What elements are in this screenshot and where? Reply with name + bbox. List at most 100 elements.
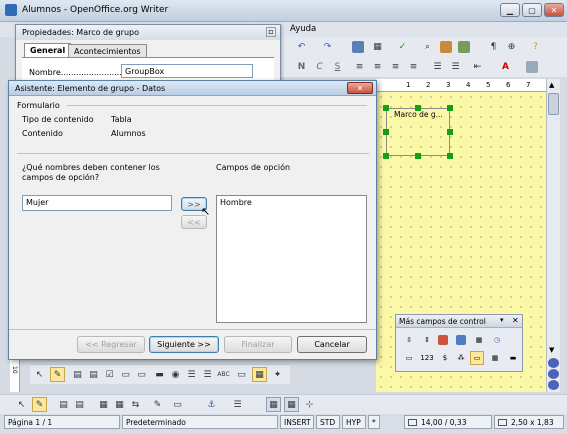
group-box-control[interactable]: Marco de g... [386, 108, 450, 156]
next-page-icon[interactable] [548, 380, 559, 390]
help-icon[interactable]: ? [528, 39, 543, 54]
scrollbar-control-icon[interactable]: ⇕ [420, 333, 434, 347]
status-selection-mode[interactable]: STD [316, 415, 340, 429]
control-properties-icon[interactable]: ▤ [70, 367, 85, 382]
design-mode-icon[interactable]: ✎ [32, 397, 47, 412]
close-button[interactable]: ✕ [544, 3, 564, 17]
spin-button-icon[interactable]: ⇳ [402, 333, 416, 347]
tab-order-icon[interactable]: ⇆ [128, 397, 143, 412]
hyperlink-icon[interactable] [350, 39, 365, 54]
formatted-field-icon[interactable]: ▭ [134, 367, 149, 382]
scroll-down-arrow-icon[interactable]: ▼ [549, 346, 554, 354]
highlight-icon[interactable] [524, 59, 539, 74]
group-box-wizard-icon[interactable]: ▭ [470, 351, 484, 365]
status-page-style[interactable]: Predeterminado [122, 415, 278, 429]
list-box-icon[interactable]: ☰ [184, 367, 199, 382]
wizard-close-button[interactable]: ✕ [347, 82, 373, 94]
selection-handle[interactable] [383, 105, 389, 111]
undo-icon[interactable]: ↶ [294, 39, 309, 54]
cancel-button[interactable]: Cancelar [297, 336, 367, 353]
gallery-icon[interactable] [456, 39, 471, 54]
prev-page-icon[interactable] [548, 358, 559, 368]
bold-icon[interactable]: N [294, 59, 309, 74]
wrap-icon[interactable]: ▭ [170, 397, 185, 412]
bullets-icon[interactable]: ☰ [448, 59, 463, 74]
numbering-icon[interactable]: ☰ [430, 59, 445, 74]
option-name-input[interactable]: Mujer [22, 195, 172, 211]
navigation-bar-icon[interactable]: ▬ [506, 351, 520, 365]
navigator-icon[interactable] [438, 39, 453, 54]
text-box-icon[interactable]: ▭ [118, 367, 133, 382]
menu-ayuda[interactable]: Ayuda [290, 24, 316, 34]
selection-handle[interactable] [447, 129, 453, 135]
zoom-icon[interactable]: ⊕ [504, 39, 519, 54]
combo-box-icon[interactable]: ☰ [200, 367, 215, 382]
anchor-icon[interactable]: ⚓ [204, 397, 219, 412]
options-list[interactable]: Hombre [216, 195, 367, 323]
form-properties-icon[interactable]: ▤ [86, 367, 101, 382]
select-icon[interactable]: ↖ [32, 367, 47, 382]
maximize-button[interactable]: ▢ [522, 3, 542, 17]
label-field-icon[interactable]: ABC [216, 367, 231, 382]
toolbar-menu-icon[interactable]: ▾ [500, 316, 504, 324]
indent-icon[interactable]: ⇤ [470, 59, 485, 74]
align-center-icon[interactable]: ≡ [370, 59, 385, 74]
more-controls-icon[interactable]: ▭ [234, 367, 249, 382]
nonprinting-chars-icon[interactable]: ¶ [486, 39, 501, 54]
find-icon[interactable]: ⌕ [420, 39, 435, 54]
currency-field-icon[interactable]: $ [438, 351, 452, 365]
scroll-thumb[interactable] [548, 93, 559, 115]
alignment-icon[interactable]: ☰ [230, 397, 245, 412]
edit-points-icon[interactable]: ✎ [150, 397, 165, 412]
toolbar-close-icon[interactable]: ✕ [512, 316, 519, 325]
selection-handle[interactable] [447, 105, 453, 111]
more-controls-titlebar[interactable]: Más campos de control ▾ ✕ [396, 315, 522, 328]
selection-handle[interactable] [415, 153, 421, 159]
redo-icon[interactable]: ↷ [320, 39, 335, 54]
send-back-icon[interactable]: ▤ [72, 397, 87, 412]
form-navigator-icon[interactable]: ▦ [96, 397, 111, 412]
display-grid-icon[interactable]: ▦ [266, 397, 281, 412]
underline-icon[interactable]: S [330, 59, 345, 74]
back-button[interactable]: << Regresar [77, 336, 145, 353]
add-field-icon[interactable]: ▦ [112, 397, 127, 412]
table-control-icon[interactable]: ▦ [488, 351, 502, 365]
draw-functions-icon[interactable]: ✓ [395, 39, 410, 54]
image-button-icon[interactable] [436, 333, 450, 347]
selection-handle[interactable] [383, 153, 389, 159]
file-selection-icon[interactable]: ▭ [402, 351, 416, 365]
date-field-icon[interactable]: ▦ [472, 333, 486, 347]
list-item[interactable]: Hombre [217, 196, 366, 209]
next-button[interactable]: Siguiente >> [149, 336, 219, 353]
vertical-scrollbar[interactable]: ▲ ▼ [546, 79, 560, 392]
numeric-field-icon[interactable]: 123 [418, 351, 436, 365]
image-control-icon[interactable] [454, 333, 468, 347]
navigation-icon[interactable] [548, 369, 559, 379]
properties-titlebar[interactable]: Propiedades: Marco de grupo ▫ [16, 25, 280, 40]
selection-handle[interactable] [415, 105, 421, 111]
align-left-icon[interactable]: ≡ [352, 59, 367, 74]
tab-general[interactable]: General [24, 43, 72, 57]
properties-close-icon[interactable]: ▫ [266, 27, 276, 37]
tab-acontecimientos[interactable]: Acontecimientos [68, 44, 147, 58]
status-page[interactable]: Página 1 / 1 [4, 415, 120, 429]
snap-to-grid-icon[interactable]: ▦ [284, 397, 299, 412]
status-insert-mode[interactable]: INSERT [280, 415, 314, 429]
wizard-titlebar[interactable]: Asistente: Elemento de grupo - Datos ✕ [9, 81, 376, 96]
pattern-field-icon[interactable]: ⁂ [454, 351, 468, 365]
minimize-button[interactable]: ▁ [500, 3, 520, 17]
design-mode-icon[interactable]: ✎ [50, 367, 65, 382]
status-hyperlink-mode[interactable]: HYP [342, 415, 366, 429]
scroll-up-arrow-icon[interactable]: ▲ [549, 81, 554, 89]
font-color-icon[interactable]: A [498, 59, 513, 74]
option-button-icon[interactable]: ◉ [168, 367, 183, 382]
selection-handle[interactable] [447, 153, 453, 159]
name-field[interactable]: GroupBox [121, 64, 253, 78]
finish-button[interactable]: Finalizar [224, 336, 292, 353]
select-icon[interactable]: ↖ [14, 397, 29, 412]
checkbox-control-icon[interactable]: ☑ [102, 367, 117, 382]
form-design-icon[interactable]: ▦ [252, 367, 267, 382]
align-right-icon[interactable]: ≡ [388, 59, 403, 74]
table-icon[interactable]: ▦ [370, 39, 385, 54]
time-field-icon[interactable]: ◷ [490, 333, 504, 347]
